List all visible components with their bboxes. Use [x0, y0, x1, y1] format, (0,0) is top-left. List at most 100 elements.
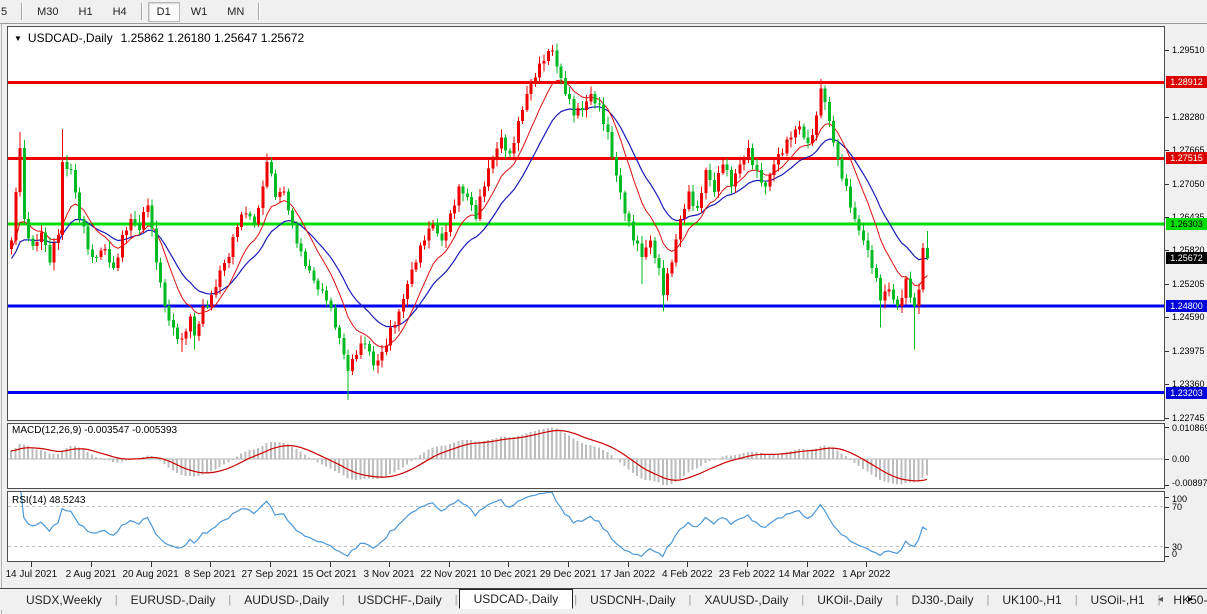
candle-up: [678, 218, 682, 240]
candle-up: [810, 135, 814, 143]
macd-axis-tick: [1165, 458, 1169, 460]
macd-histogram-bar: [210, 458, 213, 472]
macd-histogram-bar: [269, 441, 272, 459]
candle-down: [853, 207, 857, 219]
candle-up: [423, 240, 427, 246]
macd-histogram-bar: [461, 440, 464, 459]
current-price-badge: 1.25672: [1166, 252, 1207, 265]
macd-histogram-bar: [891, 458, 894, 484]
candle-up: [129, 218, 133, 231]
macd-histogram-bar: [747, 451, 749, 459]
macd-histogram-bar: [853, 458, 856, 463]
macd-histogram-bar: [218, 458, 221, 468]
macd-histogram-bar: [410, 458, 413, 462]
macd-histogram-bar: [593, 446, 596, 459]
rsi-axis-tick: [1165, 497, 1169, 498]
candle-up: [431, 224, 435, 229]
tab-audusd-daily[interactable]: AUDUSD-,Daily: [232, 591, 341, 609]
tab-usdchf-daily[interactable]: USDCHF-,Daily: [346, 591, 454, 609]
macd-axis-label: 0.010869: [1172, 423, 1207, 433]
candle-up: [747, 148, 750, 160]
candle-up: [512, 143, 516, 154]
candle-up: [904, 278, 908, 298]
macd-histogram-bar: [231, 458, 234, 460]
candle-down: [78, 192, 82, 219]
macd-histogram-bar: [870, 458, 873, 475]
candle-up: [201, 305, 205, 325]
macd-histogram-bar: [585, 444, 588, 459]
tab-usdcnh-daily[interactable]: USDCNH-,Daily: [578, 591, 687, 609]
price-axis-tick: [1165, 250, 1169, 252]
macd-histogram-bar: [414, 458, 417, 460]
tab-separator: |: [454, 593, 458, 606]
candle-down: [691, 191, 695, 206]
candle-down: [154, 228, 158, 263]
macd-chart[interactable]: [8, 424, 1164, 488]
tab-separator: |: [986, 593, 990, 606]
macd-label: MACD(12,26,9) -0.003547 -0.005393: [12, 425, 178, 436]
candle-up: [917, 289, 921, 306]
macd-histogram-bar: [82, 449, 85, 459]
candle-up: [798, 126, 802, 130]
rsi-chart[interactable]: [8, 492, 1164, 561]
tab-eurusd-daily[interactable]: EURUSD-,Daily: [119, 591, 228, 609]
toolbar-separator: [21, 3, 24, 20]
candlestick-chart[interactable]: [8, 27, 1164, 420]
date-axis-tick: [269, 562, 271, 567]
tab-dj30-daily[interactable]: DJ30-,Daily: [899, 591, 985, 609]
candle-down: [342, 338, 346, 355]
timeframe-button-h1[interactable]: H1: [70, 2, 102, 22]
timeframe-button-mn[interactable]: MN: [218, 2, 253, 22]
tab-scroll-right-icon[interactable]: ▸: [1188, 594, 1193, 606]
candle-up: [644, 247, 648, 257]
macd-histogram-bar: [845, 456, 847, 459]
date-axis-label: 1 Apr 2022: [842, 569, 891, 580]
candle-down: [862, 230, 865, 241]
tab-uk100-h1[interactable]: UK100-,H1: [990, 591, 1073, 609]
candle-down: [602, 104, 606, 125]
candle-up: [184, 331, 188, 339]
candle-down: [657, 258, 661, 268]
tab-usdx-weekly[interactable]: USDX,Weekly: [14, 591, 114, 609]
timeframe-button-h4[interactable]: H4: [104, 2, 136, 22]
candle-up: [56, 235, 60, 244]
candle-down: [321, 289, 324, 291]
timeframe-button-w1[interactable]: W1: [182, 2, 217, 22]
macd-histogram-bar: [482, 441, 485, 459]
timeframe-button-d1[interactable]: D1: [147, 1, 180, 22]
chart-dropdown-icon[interactable]: ▼: [14, 34, 22, 43]
timeframe-button-5[interactable]: 5: [0, 2, 16, 22]
candle-down: [759, 170, 763, 183]
tab-usoil-h1[interactable]: USOil-,H1: [1079, 591, 1157, 609]
candle-down: [866, 240, 870, 250]
macd-histogram-bar: [908, 458, 911, 483]
macd-histogram-bar: [227, 458, 230, 463]
candle-up: [666, 273, 669, 295]
candle-up: [819, 88, 823, 116]
macd-histogram-bar: [712, 458, 715, 461]
candle-up: [742, 159, 746, 165]
macd-histogram-bar: [708, 458, 711, 462]
macd-histogram-bar: [176, 458, 179, 473]
macd-histogram-bar: [321, 458, 323, 465]
tab-usdcad-daily[interactable]: USDCAD-,Daily: [458, 588, 574, 609]
level-price-badge: 1.28912: [1166, 76, 1207, 89]
candle-down: [95, 256, 99, 258]
tab-separator: |: [574, 593, 578, 606]
timeframe-button-m30[interactable]: M30: [28, 2, 67, 22]
candle-up: [546, 51, 550, 62]
macd-histogram-bar: [925, 458, 928, 476]
macd-histogram-bar: [406, 458, 409, 465]
candle-down: [206, 305, 209, 307]
tab-hk50-h1[interactable]: HK50-,H1: [1161, 591, 1207, 609]
candle-down: [112, 262, 116, 268]
tab-xauusd-daily[interactable]: XAUUSD-,Daily: [692, 591, 800, 609]
tab-scroll-left-icon[interactable]: ◂: [1158, 594, 1163, 606]
tab-ukoil-daily[interactable]: UKOil-,Daily: [805, 591, 894, 609]
candle-up: [278, 191, 282, 198]
candle-down: [27, 218, 30, 239]
price-axis-label: 1.24590: [1172, 312, 1205, 323]
candle-up: [887, 289, 891, 292]
candle-up: [772, 164, 776, 175]
macd-axis-label: 0.00: [1172, 453, 1190, 464]
